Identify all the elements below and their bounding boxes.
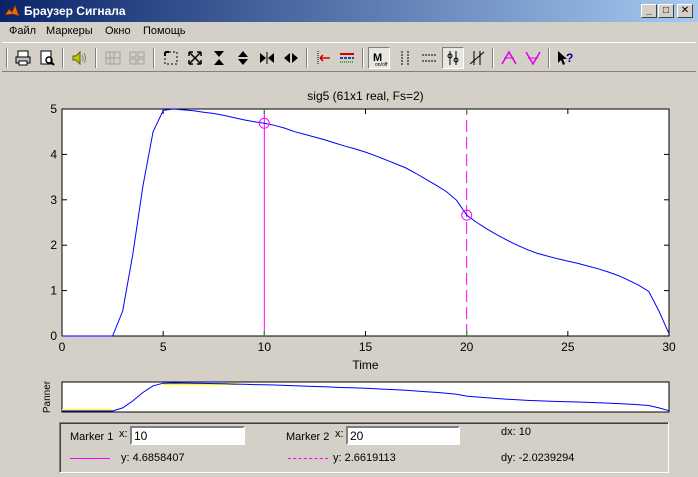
marker1-x-label: x:: [119, 428, 128, 440]
panner[interactable]: Panner: [0, 0, 698, 420]
panner-label: Panner: [42, 380, 53, 413]
marker1-x-input[interactable]: [130, 426, 245, 445]
dy-readout: dy: -2.0239294: [501, 452, 575, 464]
signal-browser-window: Браузер Сигнала _ □ ✕ Файл Маркеры Окно …: [0, 0, 698, 477]
marker1-line-sample: [70, 458, 110, 459]
marker2-y-readout: y: 2.6619113: [333, 452, 396, 464]
marker2-label: Marker 2: [286, 431, 330, 443]
marker1-y-readout: y: 4.6858407: [121, 452, 185, 464]
marker2-line-sample: [288, 458, 328, 459]
marker2-x-input[interactable]: [346, 426, 460, 445]
marker-panel: Marker 1 x: Marker 2 x: dx: 10 y: 4.6858…: [59, 422, 669, 473]
panner-area[interactable]: [61, 381, 670, 413]
dx-readout: dx: 10: [501, 426, 531, 438]
marker1-label: Marker 1: [70, 431, 114, 443]
marker2-x-label: x:: [335, 428, 344, 440]
